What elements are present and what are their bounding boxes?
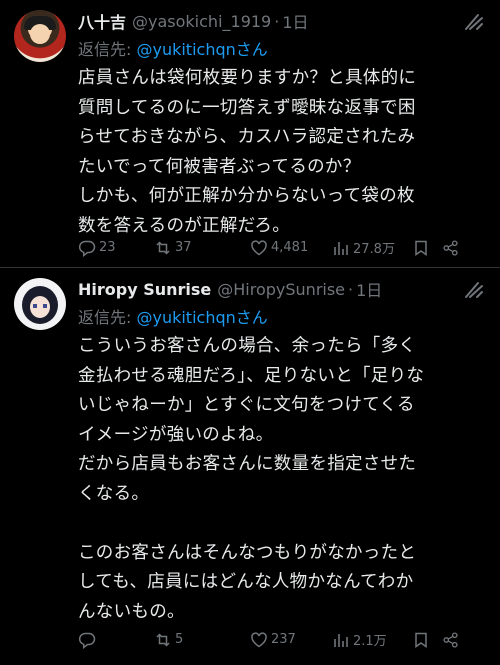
reply-prefix: 返信先: (78, 40, 137, 59)
tweet-text: こういうお客さんの場合、余ったら「多く 金払わせる魂胆だろ」、足りないと「足りな… (78, 336, 425, 622)
tweet[interactable]: Hiropy Sunrise @HiropySunrise · 1日 返信先: … (0, 268, 500, 665)
views-chart-icon (334, 633, 348, 647)
reply-icon (78, 632, 96, 649)
retweet-count: 37 (175, 240, 192, 255)
reply-button[interactable]: 23 (78, 239, 154, 257)
bookmark-button[interactable] (412, 631, 442, 649)
retweet-count: 5 (175, 632, 184, 647)
heart-icon (251, 239, 267, 255)
reply-context: 返信先: @yukitichqnさん (78, 36, 486, 59)
bookmark-icon (415, 632, 427, 648)
like-count: 237 (271, 632, 296, 647)
share-icon (443, 239, 458, 256)
views-button[interactable]: 2.1万 (332, 630, 412, 649)
reply-count: 23 (99, 240, 116, 255)
retweet-button[interactable]: 37 (154, 239, 250, 257)
bookmark-button[interactable] (412, 239, 442, 257)
like-button[interactable]: 4,481 (250, 239, 332, 257)
avatar[interactable] (14, 278, 66, 330)
display-name[interactable]: 八十吉 (78, 9, 126, 33)
bookmark-icon (415, 240, 427, 256)
avatar[interactable] (14, 10, 66, 62)
view-count: 27.8万 (353, 242, 395, 257)
display-name[interactable]: Hiropy Sunrise (78, 280, 211, 299)
grok-icon[interactable] (464, 13, 484, 31)
views-button[interactable]: 27.8万 (332, 238, 412, 257)
share-button[interactable] (442, 631, 462, 649)
reply-to-link[interactable]: @yukitichqnさん (136, 40, 267, 59)
share-icon (443, 631, 458, 648)
grok-icon[interactable] (464, 281, 484, 299)
like-button[interactable]: 237 (250, 631, 332, 649)
retweet-button[interactable]: 5 (154, 631, 250, 649)
user-handle[interactable]: @yasokichi_1919 (132, 12, 271, 31)
reply-button[interactable] (78, 631, 154, 649)
reply-to-link[interactable]: @yukitichqnさん (136, 308, 267, 327)
retweet-icon (156, 632, 170, 647)
timestamp[interactable]: 1日 (356, 277, 382, 301)
share-button[interactable] (442, 239, 462, 257)
view-count: 2.1万 (353, 634, 387, 649)
action-bar: 5 237 2.1万 (78, 630, 486, 649)
tweet-text: 店員さんは袋何枚要りますか？と具体的に 質問してるのに一切答えず曖昧な返事で困 … (78, 68, 417, 236)
action-bar: 23 37 4,481 27.8万 (78, 238, 486, 257)
views-chart-icon (334, 241, 348, 255)
tweet[interactable]: 八十吉 @yasokichi_1919 · 1日 返信先: @yukitichq… (0, 0, 500, 267)
reply-icon (78, 240, 96, 257)
separator-dot: · (274, 11, 280, 31)
heart-icon (251, 631, 267, 647)
reply-prefix: 返信先: (78, 308, 137, 327)
timestamp[interactable]: 1日 (282, 9, 308, 33)
separator-dot: · (348, 279, 354, 299)
like-count: 4,481 (271, 240, 309, 255)
reply-context: 返信先: @yukitichqnさん (78, 304, 486, 327)
user-handle[interactable]: @HiropySunrise (217, 280, 345, 299)
retweet-icon (156, 240, 170, 255)
